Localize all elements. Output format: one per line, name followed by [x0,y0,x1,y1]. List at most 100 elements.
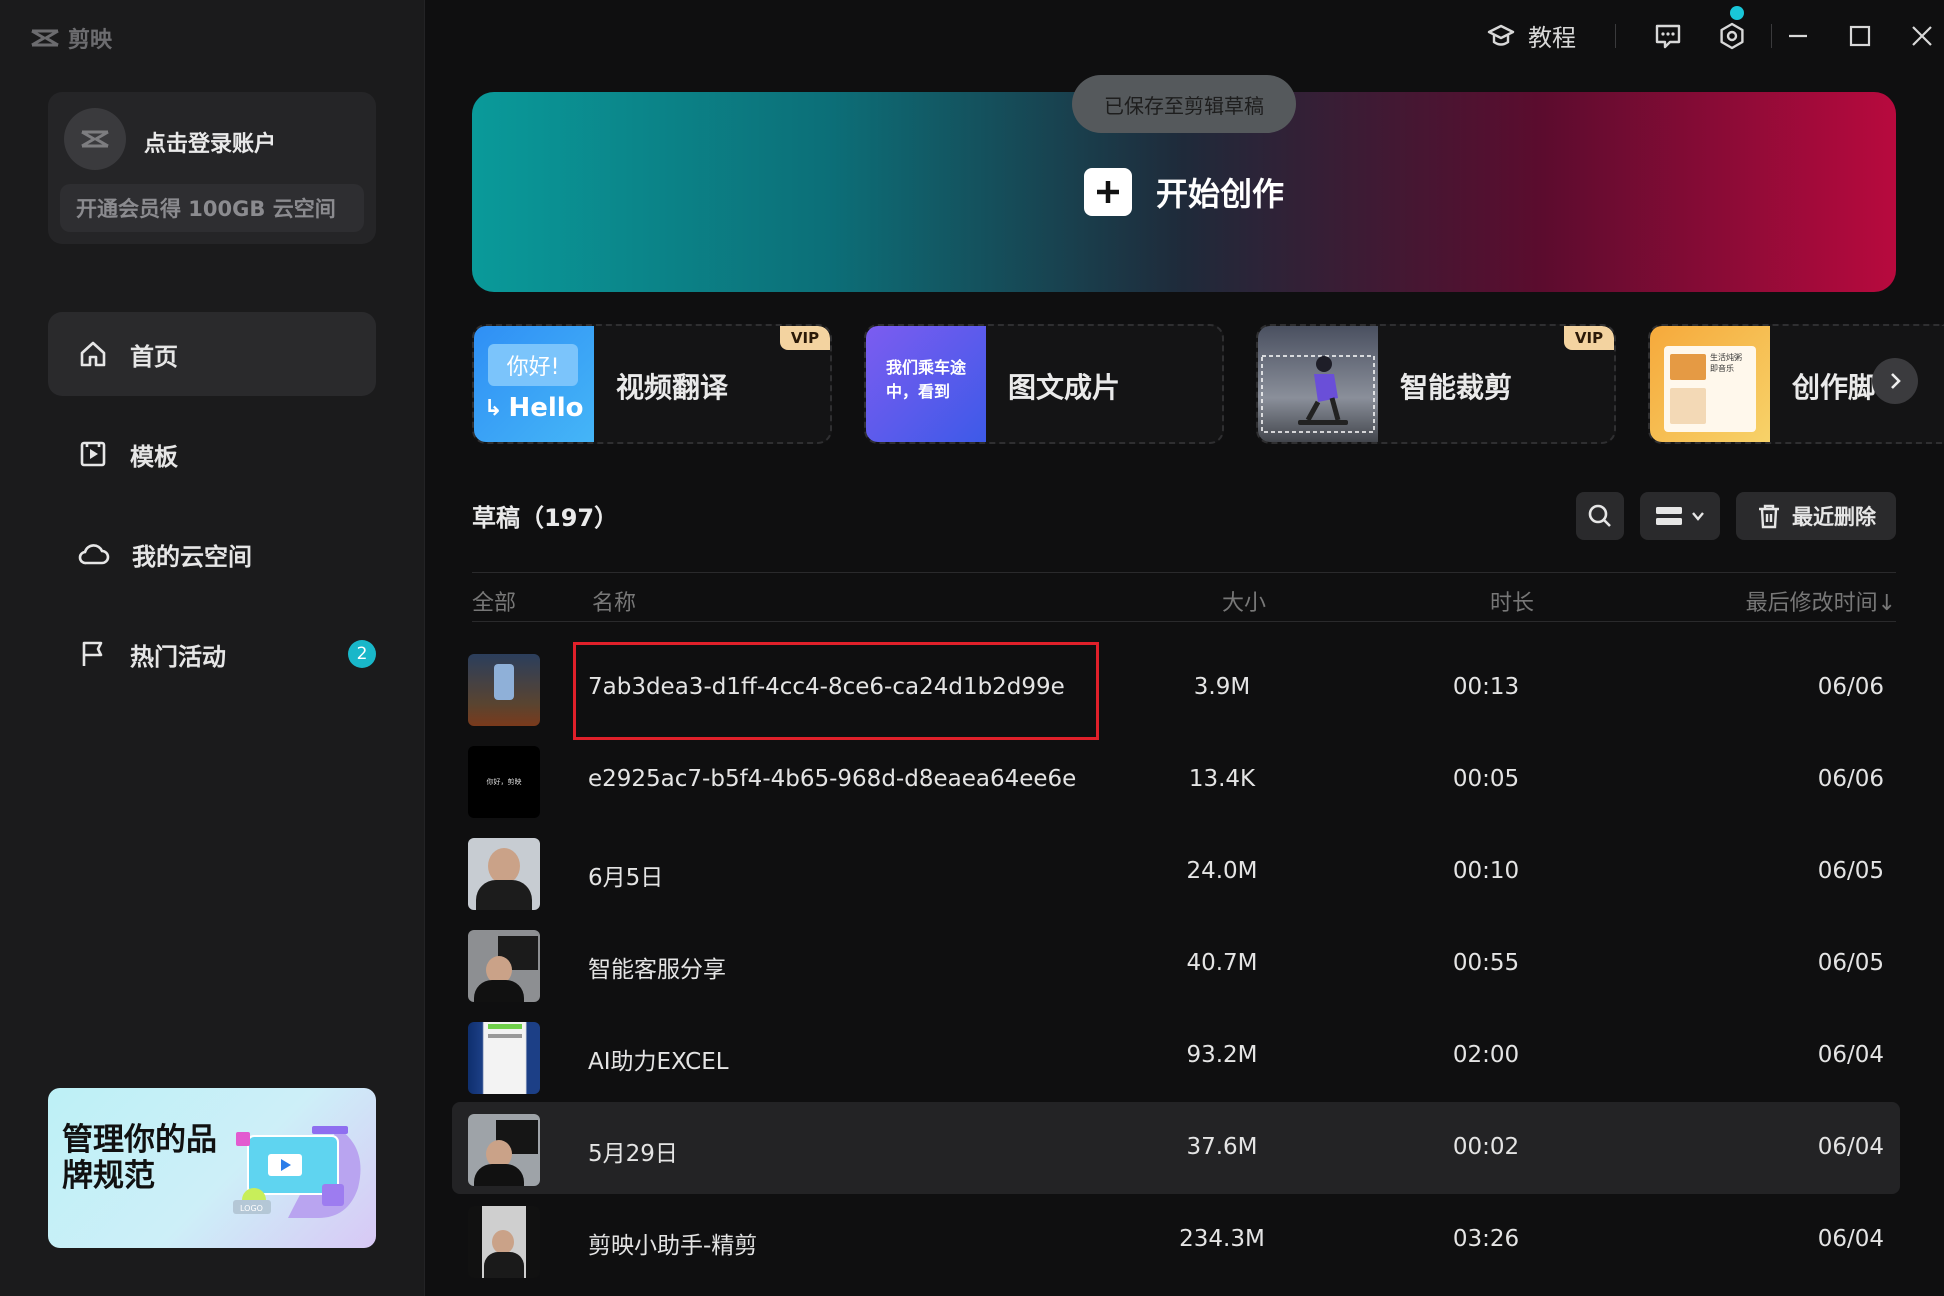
column-name: 名称 [592,591,637,616]
divider [1615,24,1616,48]
draft-date: 06/04 [1817,1226,1884,1252]
chevron-down-icon [1692,512,1704,521]
nav-item-label: 热门活动 [130,642,226,671]
draft-thumbnail: 你好，剪映 [468,746,540,818]
close-icon [1912,26,1932,46]
filter-all[interactable]: 全部 [472,585,516,617]
nav-item-cloud[interactable]: 我的云空间 [48,512,376,596]
tool-smart-crop[interactable]: 智能裁剪 VIP [1256,324,1616,444]
draft-name: 6月5日 [588,865,664,891]
draft-name: AI助力EXCEL [588,1049,729,1075]
tool-label: 智能裁剪 [1400,371,1513,404]
tool-thumbnail: 我们乘车途 中，看到 [866,326,986,442]
app-name: 剪映 [68,28,113,53]
draft-thumbnail [468,930,540,1002]
draft-date: 06/06 [1817,674,1884,700]
search-button[interactable] [1576,492,1624,540]
column-size: 大小 [1222,591,1267,616]
capcut-logo-icon [31,29,59,47]
tutorial-label: 教程 [1528,24,1576,52]
draft-thumbnail [468,1022,540,1094]
close-button[interactable] [1904,18,1940,54]
draft-duration: 02:00 [1452,1042,1520,1068]
minimize-button[interactable] [1780,18,1816,54]
saved-toast: 已保存至剪辑草稿 [1072,75,1296,133]
sidebar: 剪映 点击登录账户 开通会员得 100GB 云空间 首页 模板 我的云空间 热门… [0,0,425,1296]
nav-item-label: 模板 [130,442,178,471]
trash-icon [1759,504,1779,529]
table-row[interactable]: 6月5日 24.0M 00:10 06/05 [452,826,1900,918]
column-modified[interactable]: 最后修改时间↓ [1746,585,1896,617]
table-row[interactable]: 剪映小助手-精剪 234.3M 03:26 06/04 [452,1194,1900,1286]
drafts-title: 草稿（197） [472,504,619,532]
avatar[interactable] [64,108,126,170]
tool-text-to-video[interactable]: 我们乘车途 中，看到 图文成片 [864,324,1224,444]
home-icon [80,341,106,367]
draft-duration: 00:13 [1452,674,1520,700]
thumb-text: 我们乘车途 [886,358,967,377]
draft-size: 24.0M [1186,858,1258,884]
recently-deleted-button[interactable]: 最近删除 [1736,492,1896,540]
storage-promo-button[interactable]: 开通会员得 100GB 云空间 [60,184,364,232]
draft-size: 3.9M [1193,674,1251,700]
nav-item-template[interactable]: 模板 [48,412,376,496]
notification-badge: 2 [348,640,376,668]
draft-duration: 03:26 [1452,1226,1520,1252]
maximize-icon [1849,25,1871,47]
scroll-right-button[interactable] [1872,358,1918,404]
table-row[interactable]: 5月29日 37.6M 00:02 06/04 [452,1102,1900,1194]
promo-illustration: LOGO [233,1126,361,1218]
flag-icon [82,641,103,666]
account-card[interactable]: 点击登录账户 开通会员得 100GB 云空间 [48,92,376,244]
draft-date: 06/06 [1817,766,1884,792]
capcut-logo-icon [81,130,109,148]
draft-size: 13.4K [1188,766,1256,792]
thumb-text: ↳ Hello [484,393,584,423]
tutorial-button[interactable]: 教程 [1486,18,1576,53]
nav-item-label: 我的云空间 [132,542,252,571]
settings-button[interactable] [1714,18,1750,54]
nav-item-events[interactable]: 热门活动 2 [48,612,376,696]
feedback-button[interactable] [1650,18,1686,54]
nav-item-home[interactable]: 首页 [48,312,376,396]
draft-date: 06/05 [1817,858,1884,884]
divider [1771,24,1772,48]
minimize-icon [1789,34,1807,38]
nav-item-label: 首页 [130,342,178,371]
notification-dot [1730,6,1744,20]
recently-deleted-label: 最近删除 [1792,505,1876,529]
tool-video-translate[interactable]: 你好! ↳ Hello 视频翻译 VIP [472,324,832,444]
tool-label: 视频翻译 [616,371,729,404]
draft-duration: 00:05 [1452,766,1520,792]
login-label[interactable]: 点击登录账户 [144,126,276,158]
table-row[interactable]: AI助力EXCEL 93.2M 02:00 06/04 [452,1010,1900,1102]
thumb-text: 生活炖粥 [1710,353,1742,362]
thumb-text: 即音乐 [1710,364,1734,373]
drafts-table-header: 全部 名称 大小 时长 最后修改时间↓ [472,572,1896,622]
app-brand: 剪映 [30,22,112,54]
draft-size: 37.6M [1186,1134,1258,1160]
draft-duration: 00:10 [1452,858,1520,884]
maximize-button[interactable] [1842,18,1878,54]
view-mode-button[interactable] [1640,492,1720,540]
draft-thumbnail [468,654,540,726]
skateboarder-image [1261,355,1375,433]
draft-date: 06/04 [1817,1042,1884,1068]
cloud-icon [78,544,110,565]
draft-thumbnail [468,838,540,910]
arrow-icon: ↳ [484,395,503,421]
draft-thumbnail [468,1114,540,1186]
chevron-right-icon [1891,373,1901,389]
template-icon [80,441,106,467]
tool-thumbnail [1258,326,1378,442]
table-row[interactable]: 你好，剪映 e2925ac7-b5f4-4b65-968d-d8eaea64ee… [452,734,1900,826]
table-row[interactable]: 智能客服分享 40.7M 00:55 06/05 [452,918,1900,1010]
tool-thumbnail: 你好! ↳ Hello [474,326,594,442]
draft-size: 234.3M [1179,1226,1265,1252]
promo-banner[interactable]: 管理你的品牌规范 LOGO [48,1088,376,1248]
draft-size: 93.2M [1186,1042,1258,1068]
promo-logo-tag: LOGO [240,1204,263,1213]
draft-date: 06/04 [1817,1134,1884,1160]
promo-text: 管理你的品牌规范 [62,1122,217,1194]
draft-duration: 00:02 [1452,1134,1520,1160]
